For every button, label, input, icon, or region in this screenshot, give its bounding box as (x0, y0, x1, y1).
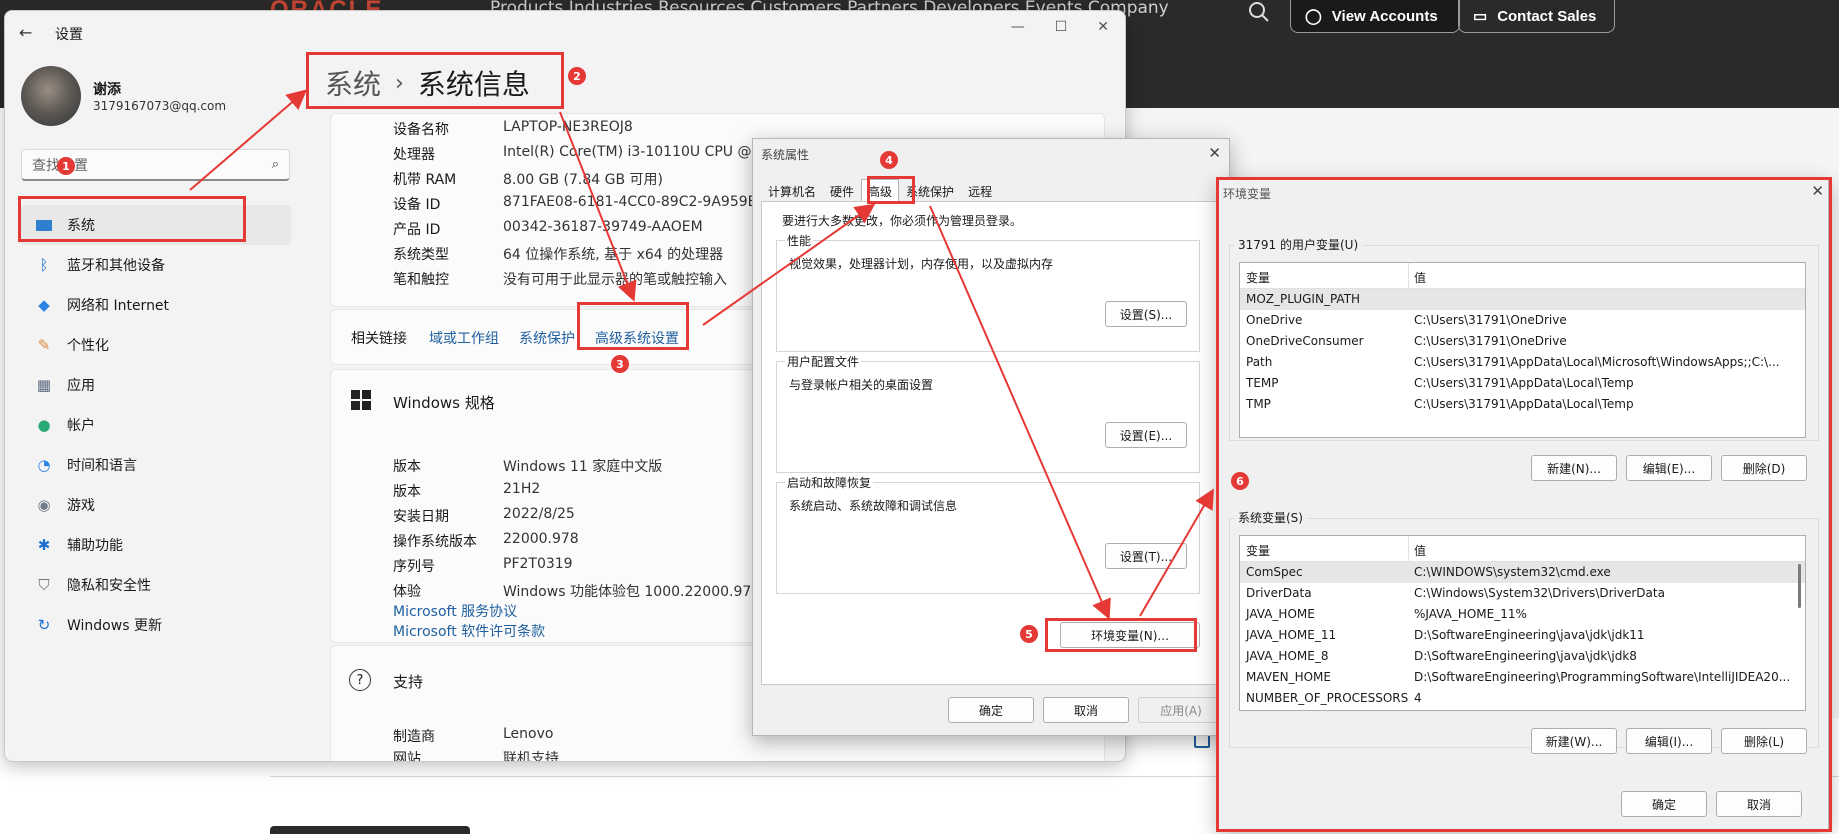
sidebar-item-privacy[interactable]: ⛉ 隐私和安全性 (21, 565, 291, 605)
user-name: 谢添 (93, 82, 121, 98)
cancel-button[interactable]: 取消 (1043, 697, 1129, 723)
ms-service-agreement-link[interactable]: Microsoft 服务协议 (393, 601, 517, 621)
highlight-advanced-tab (867, 176, 915, 204)
user-profiles-group: 用户配置文件 与登录帐户相关的桌面设置 设置(E)... (776, 353, 1200, 473)
tab-hardware[interactable]: 硬件 (823, 179, 861, 201)
annotation-badge-4: 4 (880, 151, 898, 169)
annotation-badge-2: 2 (568, 67, 586, 85)
performance-group: 性能 视觉效果，处理器计划，内存使用，以及虚拟内存 设置(S)... (776, 232, 1200, 352)
sidebar-item-accounts[interactable]: ● 帐户 (21, 405, 291, 445)
sidebar-item-windows-update[interactable]: ↻ Windows 更新 (21, 605, 291, 645)
accessibility-icon: ✱ (37, 536, 51, 554)
startup-settings-button[interactable]: 设置(T)... (1105, 543, 1187, 569)
account-icon: ◯ (1305, 8, 1322, 25)
chat-icon: ▭ (1473, 8, 1488, 25)
search-icon[interactable] (1247, 0, 1271, 24)
annotation-badge-5: 5 (1020, 625, 1038, 643)
close-icon[interactable]: ✕ (1208, 144, 1221, 162)
system-protection-link[interactable]: 系统保护 (519, 328, 575, 348)
update-icon: ↻ (37, 616, 51, 634)
windows-spec-title: Windows 规格 (393, 394, 495, 412)
annotation-badge-1: 1 (57, 157, 75, 175)
shield-icon: ⛉ (38, 576, 50, 594)
bluetooth-icon: ᛒ (39, 256, 49, 274)
highlight-breadcrumb (306, 52, 564, 109)
wifi-icon: ◆ (38, 296, 50, 314)
settings-nav: 系统 ᛒ 蓝牙和其他设备 ◆ 网络和 Internet ✎ 个性化 ▦ 应用 ●… (21, 205, 291, 645)
tab-computer-name[interactable]: 计算机名 (761, 179, 823, 201)
highlight-advanced-settings (577, 302, 689, 350)
avatar[interactable] (21, 66, 81, 126)
user-email: 3179167073@qq.com (93, 99, 227, 113)
user-profiles-settings-button[interactable]: 设置(E)... (1105, 422, 1187, 448)
view-accounts-button[interactable]: ◯ View Accounts (1290, 0, 1460, 33)
apps-icon: ▦ (36, 376, 52, 394)
highlight-env-button (1045, 618, 1197, 652)
sidebar-item-network[interactable]: ◆ 网络和 Internet (21, 285, 291, 325)
tab-remote[interactable]: 远程 (961, 179, 999, 201)
windows-logo-icon (351, 390, 371, 410)
dialog-title: 系统属性 (761, 148, 810, 162)
related-links-label: 相关链接 (351, 331, 407, 347)
performance-settings-button[interactable]: 设置(S)... (1105, 301, 1187, 327)
advanced-tab-panel: 要进行大多数更改，你必须作为管理员登录。 性能 视觉效果，处理器计划，内存使用，… (761, 201, 1221, 685)
annotation-badge-3: 3 (611, 355, 629, 373)
sidebar-item-time-language[interactable]: ◔ 时间和语言 (21, 445, 291, 485)
ms-license-terms-link[interactable]: Microsoft 软件许可条款 (393, 621, 545, 641)
person-icon: ● (37, 416, 51, 434)
highlight-system-nav (18, 196, 246, 242)
sidebar-item-personalization[interactable]: ✎ 个性化 (21, 325, 291, 365)
support-title: 支持 (393, 673, 424, 691)
admin-note: 要进行大多数更改，你必须作为管理员登录。 (782, 214, 1023, 228)
domain-workgroup-link[interactable]: 域或工作组 (429, 328, 499, 348)
window-title: 设置 (55, 27, 83, 43)
back-arrow-icon[interactable]: ← (19, 23, 32, 42)
contact-sales-button[interactable]: ▭ Contact Sales (1458, 0, 1615, 33)
sidebar-item-bluetooth[interactable]: ᛒ 蓝牙和其他设备 (21, 245, 291, 285)
online-support-link[interactable]: 联机支持 (503, 748, 559, 761)
apply-button[interactable]: 应用(A) (1138, 697, 1224, 723)
search-icon: ⌕ (271, 157, 279, 172)
sidebar-item-accessibility[interactable]: ✱ 辅助功能 (21, 525, 291, 565)
sidebar-item-apps[interactable]: ▦ 应用 (21, 365, 291, 405)
browser-footer-chip (270, 826, 470, 834)
brush-icon: ✎ (37, 336, 51, 354)
globe-clock-icon: ◔ (37, 456, 51, 474)
startup-recovery-group: 启动和故障恢复 系统启动、系统故障和调试信息 设置(T)... (776, 474, 1200, 594)
highlight-env-dialog (1216, 177, 1832, 832)
ok-button[interactable]: 确定 (948, 697, 1034, 723)
gamepad-icon: ◉ (37, 496, 51, 514)
help-icon: ? (349, 669, 371, 691)
sidebar-item-gaming[interactable]: ◉ 游戏 (21, 485, 291, 525)
annotation-badge-6: 6 (1231, 472, 1249, 490)
